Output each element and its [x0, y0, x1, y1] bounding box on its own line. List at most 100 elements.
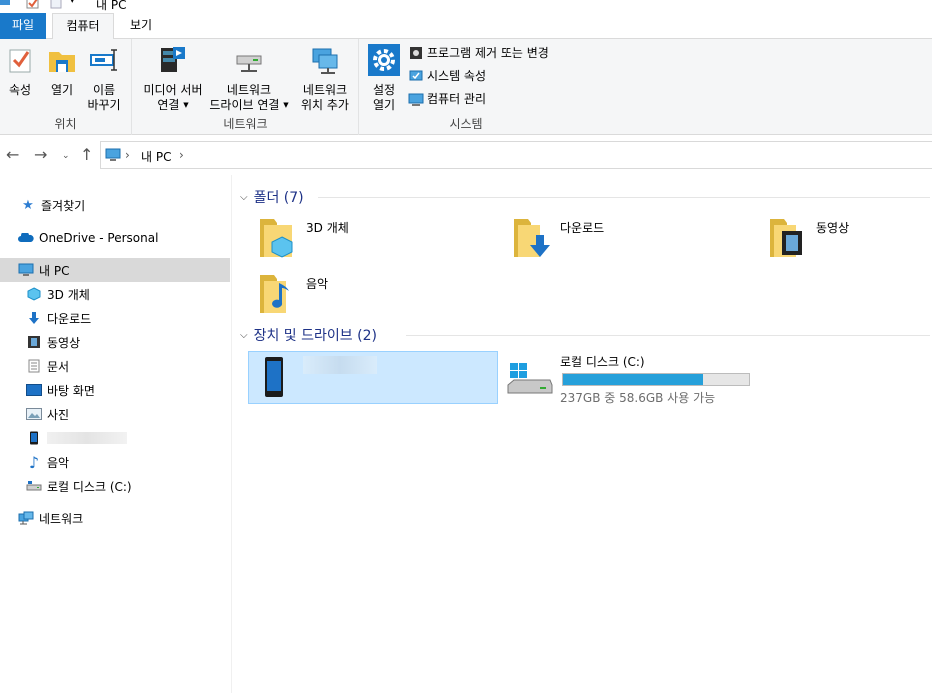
sidebar-item-network[interactable]: 네트워크 — [0, 506, 230, 530]
rename-button[interactable]: 이름 바꾸기 — [84, 44, 124, 113]
tab-view[interactable]: 보기 — [114, 13, 168, 39]
disk-usage-fill — [563, 374, 704, 385]
computer-management-icon — [408, 93, 424, 106]
sidebar-item-videos[interactable]: 동영상 — [0, 330, 230, 354]
sidebar-item-this-pc[interactable]: 내 PC — [0, 258, 230, 282]
breadcrumb-chevron-icon[interactable]: › — [125, 148, 130, 162]
devices-section-header[interactable]: ⌵ 장치 및 드라이브 (2) — [240, 325, 930, 345]
system-properties-button[interactable]: 시스템 속성 — [408, 66, 486, 86]
open-settings-button[interactable]: 설정 열기 — [366, 44, 402, 113]
media-server-button[interactable]: 미디어 서버 연결 ▼ — [138, 44, 208, 113]
media-server-label-2: 연결 — [157, 98, 180, 112]
properties-qa-icon[interactable] — [26, 0, 40, 10]
downloads-folder-icon — [514, 219, 550, 257]
chevron-down-icon: ⌵ — [240, 329, 248, 341]
sidebar-item-desktop[interactable]: 바탕 화면 — [0, 378, 230, 402]
chevron-down-icon: ▼ — [283, 101, 289, 109]
sidebar-item-pictures[interactable]: 사진 — [0, 402, 230, 426]
system-properties-icon — [409, 70, 423, 81]
device-local-disk[interactable]: 로컬 디스크 (C:) 237GB 중 58.6GB 사용 가능 — [504, 351, 764, 405]
cloud-icon — [18, 230, 34, 246]
recent-locations-chevron-icon[interactable]: ⌄ — [62, 151, 70, 161]
network-location-icon — [312, 48, 338, 74]
tab-computer[interactable]: 컴퓨터 — [52, 13, 114, 40]
sidebar-item-local-disk[interactable]: 로컬 디스크 (C:) — [0, 474, 230, 498]
chevron-down-icon: ⌵ — [240, 191, 248, 203]
properties-label: 속성 — [8, 83, 32, 97]
rename-label-1: 이름 — [92, 83, 116, 97]
star-icon: ★ — [22, 197, 34, 213]
folders-section-header[interactable]: ⌵ 폴더 (7) — [240, 187, 930, 207]
open-button[interactable]: 열기 — [46, 44, 78, 98]
address-bar[interactable]: › 내 PC › — [100, 141, 932, 169]
sidebar-item-phone[interactable] — [0, 426, 230, 450]
group-system-label: 시스템 — [449, 117, 483, 131]
new-folder-qa-icon[interactable] — [50, 0, 64, 10]
sidebar-item-label: 다운로드 — [47, 311, 92, 326]
system-properties-label: 시스템 속성 — [427, 69, 487, 83]
local-disk-label: 로컬 디스크 (C:) — [560, 355, 645, 369]
phone-name-redacted — [47, 432, 127, 444]
computer-icon — [18, 262, 34, 278]
navigation-bar: ← → ⌄ ↑ › 내 PC › — [0, 135, 932, 175]
open-label: 열기 — [50, 83, 74, 97]
sidebar-item-music[interactable]: ♪ 음악 — [0, 450, 230, 474]
folder-label: 음악 — [306, 277, 329, 291]
sidebar-item-documents[interactable]: 문서 — [0, 354, 230, 378]
back-arrow-icon[interactable]: ← — [6, 145, 19, 164]
devices-header-label: 장치 및 드라이브 (2) — [253, 328, 377, 344]
group-network-label: 네트워크 — [223, 117, 268, 131]
breadcrumb-this-pc[interactable]: 내 PC — [141, 148, 171, 165]
phone-icon — [265, 357, 283, 397]
sidebar-item-3d-objects[interactable]: 3D 개체 — [0, 282, 230, 306]
add-network-label-2: 위치 추가 — [301, 98, 349, 112]
qa-dropdown-icon[interactable]: ▾ — [70, 0, 75, 10]
up-arrow-icon[interactable]: ↑ — [80, 145, 93, 164]
properties-icon — [9, 49, 31, 73]
group-system: 설정 열기 프로그램 제거 또는 변경 시스템 속성 컴퓨터 관리 시스템 — [360, 39, 572, 135]
chevron-down-icon: ▼ — [183, 101, 189, 109]
sidebar-item-onedrive[interactable]: OneDrive - Personal — [0, 226, 230, 250]
breadcrumb-chevron-icon[interactable]: › — [179, 148, 184, 162]
folder-downloads[interactable]: 다운로드 — [510, 215, 760, 265]
phone-icon — [26, 430, 42, 446]
add-network-location-button[interactable]: 네트워크 위치 추가 — [295, 44, 355, 113]
film-icon — [26, 334, 42, 350]
navigation-pane: ★ 즐겨찾기 OneDrive - Personal 내 PC 3D 개체 다운… — [0, 175, 232, 693]
music-folder-icon — [260, 275, 289, 313]
network-icon — [18, 510, 34, 526]
device-phone[interactable] — [248, 351, 498, 404]
videos-folder-icon — [770, 219, 802, 257]
folder-music[interactable]: 음악 — [256, 271, 506, 321]
3d-cube-icon — [26, 286, 42, 302]
sidebar-item-label: 문서 — [47, 359, 70, 374]
content-pane: ⌵ 폴더 (7) 3D 개체 다운로드 동영상 음악 ⌵ 장치 및 드라이브 (… — [234, 175, 932, 693]
music-note-icon: ♪ — [28, 452, 40, 472]
folders-header-label: 폴더 (7) — [253, 190, 304, 206]
forward-arrow-icon[interactable]: → — [34, 145, 47, 164]
properties-button[interactable]: 속성 — [4, 44, 36, 98]
sidebar-item-quick-access[interactable]: ★ 즐겨찾기 — [0, 193, 230, 217]
sidebar-item-label: OneDrive - Personal — [39, 231, 159, 245]
computer-management-button[interactable]: 컴퓨터 관리 — [408, 89, 486, 109]
desktop-icon — [26, 382, 42, 398]
map-drive-button[interactable]: 네트워크 드라이브 연결 ▼ — [207, 44, 291, 113]
computer-management-label: 컴퓨터 관리 — [427, 92, 487, 106]
media-server-label-1: 미디어 서버 — [143, 83, 203, 97]
folder-label: 다운로드 — [560, 221, 605, 235]
sidebar-item-label: 로컬 디스크 (C:) — [47, 479, 132, 494]
group-location: 속성 열기 이름 바꾸기 위치 — [0, 39, 132, 135]
uninstall-program-button[interactable]: 프로그램 제거 또는 변경 — [408, 43, 549, 63]
folder-3d-objects[interactable]: 3D 개체 — [256, 215, 506, 265]
sidebar-item-label: 네트워크 — [39, 511, 84, 526]
sidebar-item-downloads[interactable]: 다운로드 — [0, 306, 230, 330]
add-network-label-1: 네트워크 — [302, 83, 348, 97]
tab-file[interactable]: 파일 — [0, 13, 46, 39]
windows-drive-icon — [507, 363, 553, 394]
sidebar-item-label: 3D 개체 — [47, 287, 90, 302]
folder-label: 3D 개체 — [306, 221, 349, 235]
map-drive-label-2: 드라이브 연결 — [209, 98, 280, 112]
folder-videos[interactable]: 동영상 — [766, 215, 926, 265]
group-network: 미디어 서버 연결 ▼ 네트워크 드라이브 연결 ▼ 네트워크 위치 추가 네트… — [133, 39, 359, 135]
window-title: 내 PC — [96, 0, 127, 12]
